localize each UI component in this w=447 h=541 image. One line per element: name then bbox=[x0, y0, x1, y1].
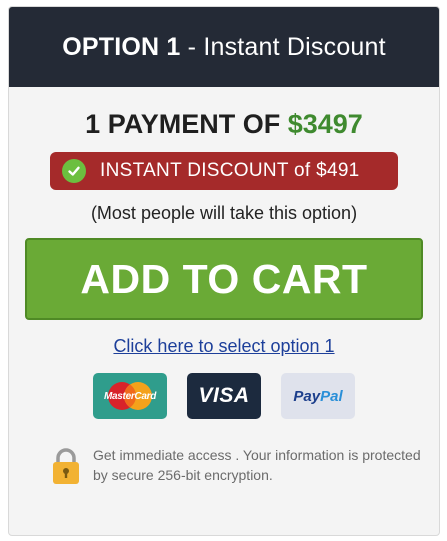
recommendation-note: (Most people will take this option) bbox=[90, 203, 358, 223]
price-prefix: 1 PAYMENT OF bbox=[85, 109, 288, 139]
paypal-label-pay: Pay bbox=[293, 387, 321, 405]
security-text: Get immediate access . Your information … bbox=[93, 447, 421, 483]
select-option-link[interactable]: Click here to select option 1 bbox=[9, 336, 439, 357]
paypal-icon: PayPal bbox=[281, 373, 355, 419]
instant-discount-badge: INSTANT DISCOUNT of $491 bbox=[50, 152, 398, 190]
pricing-option-card: OPTION 1 - Instant Discount 1 PAYMENT OF… bbox=[8, 6, 440, 536]
option-number: OPTION 1 bbox=[62, 32, 181, 61]
padlock-icon bbox=[51, 447, 81, 490]
security-notice: Get immediate access . Your information … bbox=[9, 445, 439, 490]
payment-methods: MasterCard VISA PayPal bbox=[9, 373, 439, 419]
price-amount: $3497 bbox=[287, 109, 363, 139]
option-header: OPTION 1 - Instant Discount bbox=[9, 7, 439, 87]
payment-price: 1 PAYMENT OF $3497 bbox=[9, 109, 439, 140]
check-circle-icon bbox=[62, 159, 86, 183]
mastercard-label: MasterCard bbox=[103, 390, 157, 402]
mastercard-icon: MasterCard bbox=[93, 373, 167, 419]
visa-label: VISA bbox=[198, 384, 250, 407]
option-subtitle: Instant Discount bbox=[203, 32, 386, 61]
add-to-cart-button[interactable]: ADD TO CART bbox=[25, 238, 423, 320]
option-separator: - bbox=[180, 32, 204, 61]
paypal-label-pal: Pal bbox=[320, 387, 343, 405]
discount-label: INSTANT DISCOUNT of $491 bbox=[100, 160, 360, 181]
visa-icon: VISA bbox=[187, 373, 261, 419]
